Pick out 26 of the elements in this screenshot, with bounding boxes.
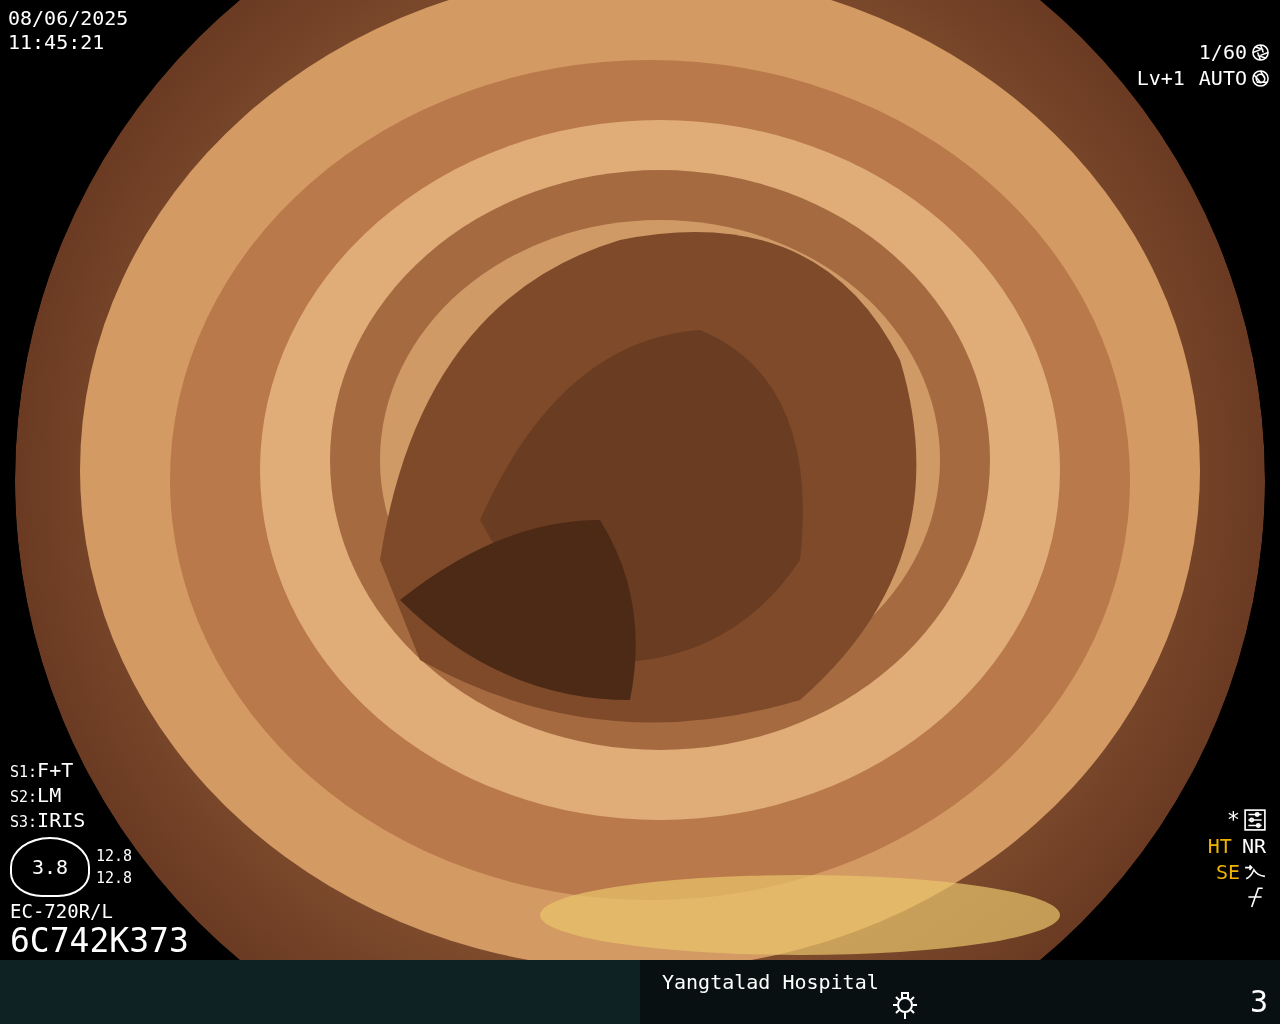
- lamp-icon: [890, 990, 920, 1020]
- scope-model-text: EC-720R/L: [10, 899, 114, 923]
- time-text: 11:45:21: [8, 30, 106, 54]
- scope-serial-text: 6C742K373: [10, 923, 189, 959]
- brightness-level-text: Lv+1: [1136, 66, 1185, 90]
- image-count: 3: [1249, 984, 1268, 1019]
- sliders-icon: [1244, 809, 1266, 831]
- enhancement-label: HT: [1207, 834, 1232, 858]
- enhancement-label: SE: [1215, 860, 1240, 884]
- iris-icon: [1251, 68, 1270, 88]
- gauge-value: 3.8: [31, 855, 69, 879]
- switch-value: F+T: [37, 758, 74, 782]
- date-text: 08/06/2025: [8, 6, 129, 30]
- switch-label: S2:: [10, 788, 38, 806]
- enhancement-label: NR: [1241, 834, 1266, 858]
- shutter-speed-text: 1/60: [1198, 40, 1247, 64]
- gauge-reading: 12.8: [96, 868, 133, 889]
- hospital-name: Yangtalad Hospital: [662, 970, 879, 994]
- switch-label: S1:: [10, 763, 38, 781]
- switch-value: IRIS: [37, 808, 86, 832]
- gauge-reading: 12.8: [96, 846, 133, 867]
- settings-mark: *: [1226, 808, 1240, 832]
- switch-value: LM: [37, 783, 62, 807]
- iris-mode-text: AUTO: [1198, 66, 1247, 90]
- aperture-icon: [1251, 42, 1270, 62]
- switch-label: S3:: [10, 813, 38, 831]
